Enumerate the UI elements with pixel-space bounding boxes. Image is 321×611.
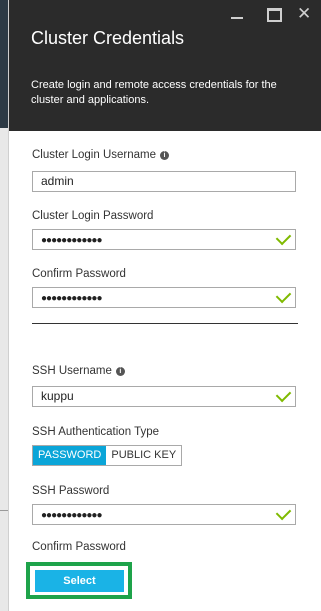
- maximize-icon[interactable]: [265, 4, 283, 24]
- form-content: Cluster Login Username i admin Cluster Lo…: [9, 131, 321, 611]
- blade-header: ✕ Cluster Credentials Create login and r…: [9, 0, 321, 131]
- cluster-login-username-label: Cluster Login Username i: [32, 149, 170, 161]
- ssh-auth-public-key-option[interactable]: PUBLIC KEY: [106, 446, 182, 465]
- blade-description: Create login and remote access credentia…: [31, 79, 277, 106]
- previous-blade-header: [0, 0, 8, 128]
- confirm-password-input[interactable]: ●●●●●●●●●●●●: [32, 287, 296, 308]
- blade-footer: Select: [9, 553, 321, 611]
- cluster-credentials-blade: ✕ Cluster Credentials Create login and r…: [8, 0, 321, 611]
- info-icon[interactable]: i: [160, 151, 170, 160]
- ssh-confirm-password-label: Confirm Password: [32, 541, 126, 553]
- close-icon[interactable]: ✕: [297, 4, 315, 24]
- valid-check-icon: [275, 229, 292, 246]
- ssh-password-label: SSH Password: [32, 485, 110, 497]
- confirm-password-label: Confirm Password: [32, 268, 126, 280]
- minimize-icon[interactable]: [227, 4, 247, 24]
- cluster-login-password-label: Cluster Login Password: [32, 210, 154, 222]
- ssh-username-label: SSH Username i: [32, 365, 125, 377]
- ssh-username-input[interactable]: kuppu: [32, 386, 296, 407]
- ssh-auth-password-option[interactable]: PASSWORD: [33, 446, 107, 465]
- ssh-auth-type-label: SSH Authentication Type: [32, 426, 160, 438]
- valid-check-icon: [275, 504, 292, 521]
- select-button[interactable]: Select: [35, 570, 124, 592]
- valid-check-icon: [275, 287, 292, 304]
- ssh-auth-type-toggle: PASSWORD PUBLIC KEY: [32, 445, 183, 466]
- cluster-login-password-input[interactable]: ●●●●●●●●●●●●: [32, 229, 296, 250]
- ssh-password-input[interactable]: ●●●●●●●●●●●●: [32, 504, 296, 525]
- section-divider: [32, 323, 298, 324]
- info-icon[interactable]: i: [115, 367, 125, 376]
- blade-title: Cluster Credentials: [31, 28, 185, 48]
- cluster-login-username-input[interactable]: admin: [32, 171, 296, 192]
- previous-blade-divider: [0, 510, 8, 511]
- valid-check-icon: [275, 386, 292, 403]
